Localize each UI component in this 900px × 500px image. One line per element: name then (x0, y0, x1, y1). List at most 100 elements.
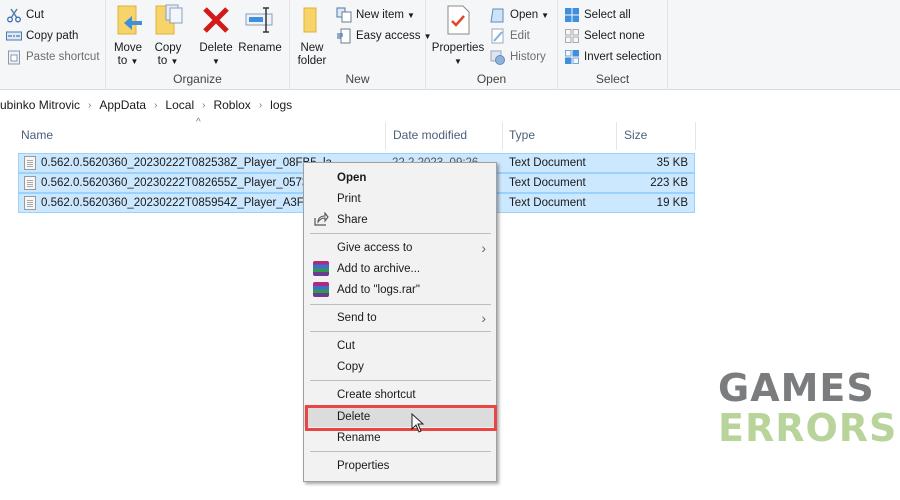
breadcrumb-item-user[interactable]: ubinko Mitrovic (0, 98, 80, 112)
caret-down-icon: ▼ (406, 10, 415, 20)
move-to-label-2: to (117, 55, 128, 67)
select-all-label: Select all (584, 9, 631, 21)
rename-label: Rename (238, 42, 282, 54)
new-item-button[interactable]: New item ▼ (336, 5, 415, 25)
column-divider[interactable] (616, 122, 617, 150)
select-all-button[interactable]: Select all (564, 5, 631, 25)
menu-item-add-to-archive[interactable]: Add to archive... (304, 258, 496, 279)
delete-label: Delete (199, 42, 233, 54)
new-folder-label-2: folder (297, 55, 327, 67)
menu-item-label: Print (337, 192, 361, 205)
text-file-icon (24, 156, 36, 170)
context-menu: Open Print Share Give access to › Add to… (303, 162, 497, 482)
history-button[interactable]: History (490, 47, 546, 67)
menu-item-print[interactable]: Print (304, 188, 496, 209)
invert-selection-button[interactable]: Invert selection (564, 47, 661, 67)
new-item-icon (336, 7, 352, 23)
menu-item-label: Add to "logs.rar" (337, 283, 420, 296)
copy-path-icon (6, 28, 22, 44)
new-folder-icon (296, 4, 328, 36)
submenu-chevron-icon: › (481, 309, 486, 326)
menu-item-label: Cut (337, 339, 355, 352)
copy-to-label-2: to (157, 55, 168, 67)
winrar-icon (313, 282, 329, 297)
copy-to-button[interactable]: Copy to ▼ (150, 4, 186, 68)
breadcrumb-item-logs[interactable]: logs (270, 98, 292, 112)
menu-item-cut[interactable]: Cut (304, 335, 496, 356)
column-header-type[interactable]: Type (509, 124, 609, 146)
menu-item-add-to-logs-rar[interactable]: Add to "logs.rar" (304, 279, 496, 300)
menu-item-share[interactable]: Share (304, 209, 496, 230)
open-group: Properties ▼ Open ▼ Edit History Open (426, 0, 558, 90)
column-divider[interactable] (502, 122, 503, 150)
menu-item-label: Rename (337, 431, 381, 444)
organize-group-label: Organize (173, 72, 222, 86)
breadcrumb-chevron-icon: › (154, 99, 158, 111)
menu-item-give-access-to[interactable]: Give access to › (304, 237, 496, 258)
file-size: 35 KB (656, 157, 688, 169)
organize-group: Move to ▼ Copy to ▼ Delete ▼ Rename Orga… (106, 0, 290, 90)
caret-down-icon: ▼ (130, 57, 139, 66)
invert-selection-icon (564, 49, 580, 65)
history-icon (490, 49, 506, 65)
menu-separator (310, 380, 491, 381)
open-button[interactable]: Open ▼ (490, 5, 549, 25)
invert-selection-label: Invert selection (584, 51, 662, 63)
copy-path-button[interactable]: Copy path (6, 26, 78, 46)
edit-button[interactable]: Edit (490, 26, 530, 46)
file-type: Text Document (509, 177, 586, 189)
cut-button[interactable]: Cut (6, 5, 44, 25)
move-to-button[interactable]: Move to ▼ (110, 4, 146, 68)
caret-down-icon: ▼ (170, 57, 179, 66)
menu-item-copy[interactable]: Copy (304, 356, 496, 377)
select-all-icon (564, 7, 580, 23)
menu-separator (310, 304, 491, 305)
breadcrumb-item-appdata[interactable]: AppData (99, 98, 146, 112)
scissors-icon (6, 7, 22, 23)
rename-icon (244, 4, 276, 36)
menu-item-open[interactable]: Open (304, 167, 496, 188)
menu-separator (310, 331, 491, 332)
column-header-size[interactable]: Size (624, 124, 694, 146)
file-name: 0.562.0.5620360_20230222T085954Z_Player_… (41, 197, 334, 209)
file-type: Text Document (509, 197, 586, 209)
breadcrumb-chevron-icon: › (88, 99, 92, 111)
select-group: Select all Select none Invert selection … (558, 0, 668, 90)
menu-item-properties[interactable]: Properties (304, 455, 496, 476)
mouse-pointer-icon (411, 412, 425, 436)
column-divider[interactable] (695, 122, 696, 150)
paste-shortcut-button[interactable]: Paste shortcut (6, 47, 100, 67)
share-icon (313, 211, 329, 227)
breadcrumb-item-roblox[interactable]: Roblox (213, 98, 250, 112)
new-group-label: New (345, 72, 370, 86)
ribbon: Cut Copy path Paste shortcut Move to ▼ C… (0, 0, 900, 90)
paste-shortcut-label: Paste shortcut (26, 51, 100, 63)
column-header-date-modified[interactable]: Date modified (393, 124, 493, 146)
file-name: 0.562.0.5620360_20230222T082538Z_Player_… (41, 157, 332, 169)
menu-item-label: Add to archive... (337, 262, 421, 275)
select-none-button[interactable]: Select none (564, 26, 645, 46)
cut-label: Cut (26, 9, 44, 21)
new-folder-label-1: New (300, 42, 324, 54)
menu-item-label: Send to (337, 311, 377, 324)
watermark-line-1: GAMES (718, 366, 875, 410)
winrar-icon (313, 261, 329, 276)
column-divider[interactable] (385, 122, 386, 150)
column-header-name[interactable]: Name (21, 124, 381, 146)
easy-access-button[interactable]: Easy access ▼ (336, 26, 431, 46)
rename-button[interactable]: Rename (238, 4, 282, 55)
new-folder-button[interactable]: New folder (294, 4, 330, 68)
menu-item-send-to[interactable]: Send to › (304, 307, 496, 328)
open-icon (490, 7, 506, 23)
breadcrumb-item-local[interactable]: Local (165, 98, 194, 112)
games-errors-watermark: GAMES ERRORS (718, 368, 897, 448)
copy-path-label: Copy path (26, 30, 79, 42)
delete-button[interactable]: Delete ▼ (196, 4, 236, 68)
clipboard-group: Cut Copy path Paste shortcut (0, 0, 106, 90)
file-size: 19 KB (656, 197, 688, 209)
menu-separator (310, 233, 491, 234)
properties-button[interactable]: Properties ▼ (430, 4, 486, 68)
menu-item-create-shortcut[interactable]: Create shortcut (304, 384, 496, 405)
file-size: 223 KB (650, 177, 688, 189)
menu-item-label: Share (337, 213, 368, 226)
